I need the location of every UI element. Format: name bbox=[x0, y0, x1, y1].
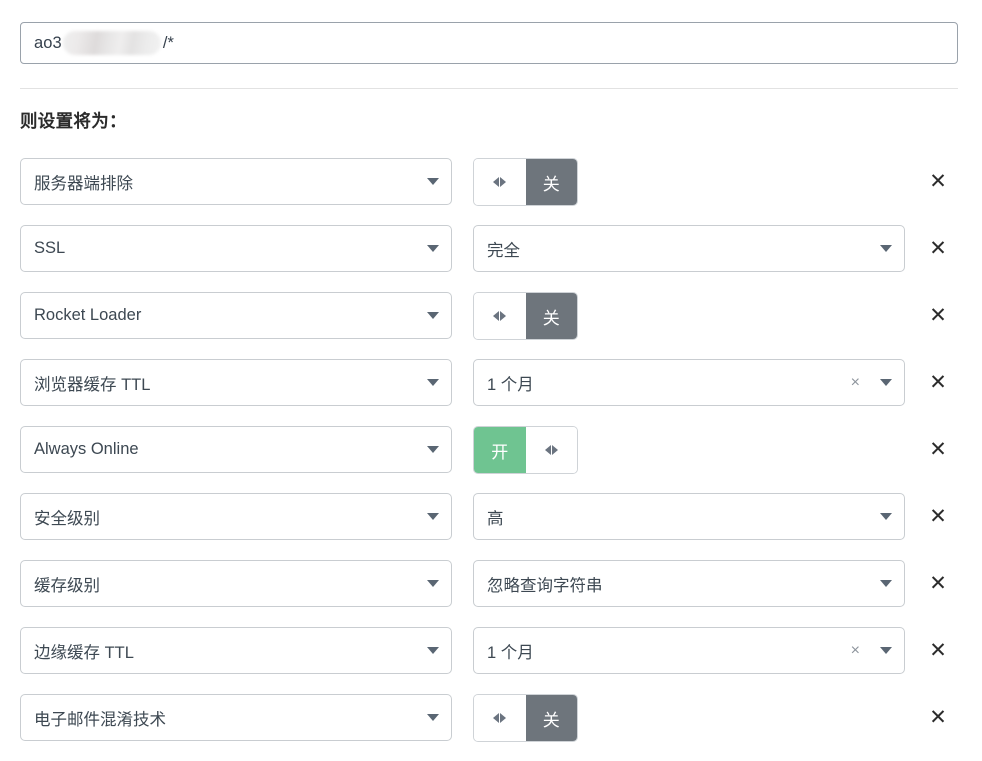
chevron-down-icon[interactable] bbox=[880, 245, 892, 252]
chevron-down-icon[interactable] bbox=[427, 714, 439, 721]
chevron-down-icon[interactable] bbox=[880, 379, 892, 386]
setting-toggle[interactable]: 关 bbox=[473, 292, 578, 340]
section-divider bbox=[20, 88, 958, 89]
setting-select-label: SSL bbox=[34, 239, 419, 258]
rule-row: 安全级别 高 ✕ bbox=[0, 493, 982, 560]
value-select-label: 1 个月 bbox=[487, 639, 851, 663]
toggle-state-label[interactable]: 关 bbox=[526, 293, 578, 339]
rule-row: 浏览器缓存 TTL 1 个月× ✕ bbox=[0, 359, 982, 426]
delete-rule-button[interactable]: ✕ bbox=[926, 303, 950, 327]
value-select-label: 高 bbox=[487, 505, 872, 529]
setting-select[interactable]: 缓存级别 bbox=[20, 560, 452, 607]
setting-select[interactable]: 安全级别 bbox=[20, 493, 452, 540]
toggle-knob[interactable] bbox=[526, 427, 578, 473]
chevron-down-icon[interactable] bbox=[427, 446, 439, 453]
delete-rule-button[interactable]: ✕ bbox=[926, 169, 950, 193]
delete-rule-button[interactable]: ✕ bbox=[926, 504, 950, 528]
chevron-down-icon[interactable] bbox=[427, 580, 439, 587]
drag-handle-icon bbox=[493, 713, 506, 723]
setting-toggle[interactable]: 开 bbox=[473, 426, 578, 474]
drag-handle-icon bbox=[493, 177, 506, 187]
chevron-down-icon[interactable] bbox=[880, 647, 892, 654]
setting-select-label: 缓存级别 bbox=[34, 572, 419, 596]
page-rule-settings-panel: ao3/* 则设置将为： 服务器端排除关✕SSL完全✕Rocket Loader… bbox=[0, 0, 982, 751]
setting-select-label: 电子邮件混淆技术 bbox=[34, 706, 419, 730]
setting-select[interactable]: Rocket Loader bbox=[20, 292, 452, 339]
rule-row: 缓存级别 忽略查询字符串 ✕ bbox=[0, 560, 982, 627]
delete-rule-button[interactable]: ✕ bbox=[926, 370, 950, 394]
setting-select-label: Always Online bbox=[34, 440, 419, 459]
delete-rule-button[interactable]: ✕ bbox=[926, 705, 950, 729]
rule-row: SSL 完全 ✕ bbox=[0, 225, 982, 292]
clear-icon[interactable]: × bbox=[851, 643, 860, 659]
chevron-down-icon[interactable] bbox=[427, 513, 439, 520]
setting-select[interactable]: SSL bbox=[20, 225, 452, 272]
value-select-label: 1 个月 bbox=[487, 371, 851, 395]
drag-handle-icon bbox=[545, 445, 558, 455]
value-select-label: 忽略查询字符串 bbox=[487, 572, 872, 596]
delete-rule-button[interactable]: ✕ bbox=[926, 571, 950, 595]
toggle-knob[interactable] bbox=[474, 159, 526, 205]
rule-row: Rocket Loader 关 ✕ bbox=[0, 292, 982, 359]
url-pattern-value: ao3 /* bbox=[34, 31, 174, 55]
delete-rule-button[interactable]: ✕ bbox=[926, 236, 950, 260]
rule-row: 边缘缓存 TTL 1 个月× ✕ bbox=[0, 627, 982, 694]
value-select[interactable]: 高 bbox=[473, 493, 905, 540]
value-select-label: 完全 bbox=[487, 237, 872, 261]
chevron-down-icon[interactable] bbox=[427, 312, 439, 319]
setting-select[interactable]: 浏览器缓存 TTL bbox=[20, 359, 452, 406]
chevron-down-icon[interactable] bbox=[427, 379, 439, 386]
setting-select-label: 浏览器缓存 TTL bbox=[34, 371, 419, 395]
setting-select-label: 安全级别 bbox=[34, 505, 419, 529]
chevron-down-icon[interactable] bbox=[427, 647, 439, 654]
toggle-state-label[interactable]: 关 bbox=[526, 159, 578, 205]
chevron-down-icon[interactable] bbox=[427, 178, 439, 185]
setting-toggle[interactable]: 关 bbox=[473, 694, 578, 742]
value-select[interactable]: 忽略查询字符串 bbox=[473, 560, 905, 607]
chevron-down-icon[interactable] bbox=[880, 513, 892, 520]
setting-select[interactable]: 电子邮件混淆技术 bbox=[20, 694, 452, 741]
setting-select[interactable]: Always Online bbox=[20, 426, 452, 473]
clear-icon[interactable]: × bbox=[851, 375, 860, 391]
setting-select-label: Rocket Loader bbox=[34, 306, 419, 325]
rule-rows-list: 服务器端排除关✕SSL完全✕Rocket Loader关✕浏览器缓存 TTL1 … bbox=[0, 158, 982, 761]
drag-handle-icon bbox=[493, 311, 506, 321]
value-select[interactable]: 完全 bbox=[473, 225, 905, 272]
rule-row: Always Online 开 ✕ bbox=[0, 426, 982, 493]
chevron-down-icon[interactable] bbox=[427, 245, 439, 252]
toggle-state-label[interactable]: 关 bbox=[526, 695, 578, 741]
url-suffix: /* bbox=[163, 34, 174, 53]
delete-rule-button[interactable]: ✕ bbox=[926, 437, 950, 461]
toggle-knob[interactable] bbox=[474, 695, 526, 741]
url-pattern-row: ao3 /* bbox=[20, 22, 958, 64]
setting-select[interactable]: 边缘缓存 TTL bbox=[20, 627, 452, 674]
value-select[interactable]: 1 个月× bbox=[473, 627, 905, 674]
toggle-state-label[interactable]: 开 bbox=[474, 427, 526, 473]
url-pattern-input[interactable]: ao3 /* bbox=[20, 22, 958, 64]
page-title: 则设置将为： bbox=[20, 108, 127, 133]
chevron-down-icon[interactable] bbox=[880, 580, 892, 587]
setting-toggle[interactable]: 关 bbox=[473, 158, 578, 206]
delete-rule-button[interactable]: ✕ bbox=[926, 638, 950, 662]
setting-select-label: 边缘缓存 TTL bbox=[34, 639, 419, 663]
rule-row: 服务器端排除 关 ✕ bbox=[0, 158, 982, 225]
value-select[interactable]: 1 个月× bbox=[473, 359, 905, 406]
setting-select-label: 服务器端排除 bbox=[34, 170, 419, 194]
url-prefix: ao3 bbox=[34, 34, 62, 53]
redacted-domain-blur bbox=[63, 31, 161, 55]
toggle-knob[interactable] bbox=[474, 293, 526, 339]
setting-select[interactable]: 服务器端排除 bbox=[20, 158, 452, 205]
